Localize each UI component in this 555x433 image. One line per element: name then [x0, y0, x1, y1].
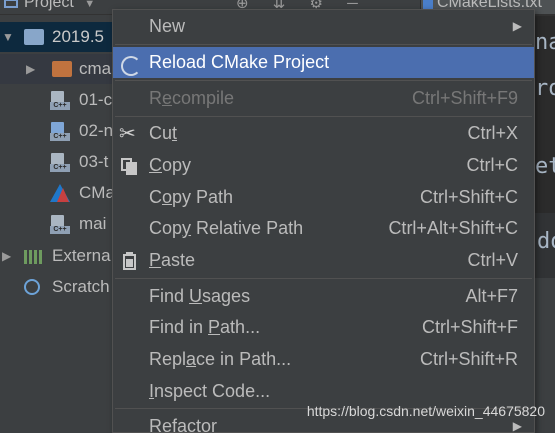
folder-icon [52, 61, 72, 77]
menu-item-new[interactable]: New ▶ [113, 11, 534, 42]
tree-row-scratches[interactable]: Scratch [0, 272, 120, 302]
menu-item-label: New [149, 16, 186, 36]
cpp-file-icon: C++ [50, 153, 70, 172]
tree-row-cmakelists[interactable]: CMa [0, 178, 120, 208]
collapse-arrow-icon[interactable]: ▶ [26, 54, 35, 84]
menu-item-label: Find in Path... [149, 317, 261, 337]
tree-row-file[interactable]: C++ 03-t [0, 147, 120, 177]
menu-item-label: Replace in Path... [149, 349, 292, 369]
menu-item-shortcut: Alt+F7 [465, 286, 518, 306]
editor-text-fragment: do [537, 229, 555, 254]
library-icon [24, 250, 42, 264]
copy-icon [119, 156, 139, 176]
menu-item-label: Reload CMake Project [149, 52, 330, 72]
menu-item-shortcut: Ctrl+Shift+C [419, 187, 518, 207]
tree-row-file[interactable]: C++ mai [0, 209, 120, 239]
menu-item-label: Find Usages [149, 286, 251, 306]
tree-label: cma [79, 59, 112, 78]
dropdown-arrow-icon: ▼ [84, 0, 96, 10]
menu-item-paste[interactable]: Paste Ctrl+V [113, 245, 534, 276]
collapse-arrow-icon[interactable]: ▶ [2, 241, 11, 271]
menu-item-find-in-path[interactable]: Find in Path... Ctrl+Shift+F [113, 312, 534, 343]
editor-popup-area: do [535, 212, 555, 279]
menu-item-shortcut: Ctrl+Shift+R [419, 349, 518, 369]
menu-separator [115, 116, 532, 117]
editor-area[interactable]: na ro et [535, 15, 555, 212]
menu-item-label: Refactor [149, 416, 218, 433]
menu-item-replace-in-path[interactable]: Replace in Path... Ctrl+Shift+R [113, 344, 534, 375]
project-view-selector[interactable]: Project ▼ [4, 0, 95, 12]
project-title: Project [24, 0, 74, 11]
editor-text-fragment: et [535, 154, 555, 179]
menu-item-shortcut: Ctrl+C [466, 155, 518, 175]
tree-row-external-libraries[interactable]: ▶ Externa [0, 241, 120, 271]
menu-item-label: Recompile [149, 88, 235, 108]
cpp-file-icon: C++ [50, 215, 70, 234]
tree-row-root[interactable]: ▼ 2019.5 [0, 22, 120, 52]
expand-arrow-icon[interactable]: ▼ [2, 22, 14, 52]
menu-item-copy-relative-path[interactable]: Copy Relative Path Ctrl+Alt+Shift+C [113, 213, 534, 244]
scratch-icon [24, 279, 40, 295]
watermark-url: https://blog.csdn.net/weixin_44675820 [306, 403, 545, 419]
menu-item-label: Copy Relative Path [149, 218, 304, 238]
cpp-file-icon: C++ [50, 91, 70, 110]
scissors-icon: ✂ [119, 123, 136, 145]
menu-item-shortcut: Ctrl+Shift+F9 [411, 88, 518, 108]
menu-item-copy[interactable]: Copy Ctrl+C [113, 150, 534, 181]
menu-item-label: Copy [149, 155, 192, 175]
menu-item-shortcut: Ctrl+Alt+Shift+C [388, 218, 518, 238]
menu-item-label: Cut [149, 123, 178, 143]
menu-separator [115, 80, 532, 81]
menu-separator [115, 278, 532, 279]
tree-label: 03-t [79, 152, 109, 171]
tree-label: 01-c [79, 90, 113, 109]
menu-item-copy-path[interactable]: Copy Path Ctrl+Shift+C [113, 182, 534, 213]
project-icon [4, 0, 18, 8]
tree-row-file[interactable]: C++ 02-n [0, 116, 120, 146]
submenu-arrow-icon: ▶ [512, 19, 522, 33]
cmake-icon [50, 184, 70, 202]
menu-item-reload-cmake-project[interactable]: Reload CMake Project [113, 47, 534, 78]
project-context-menu: New ▶ Reload CMake Project Recompile Ctr… [112, 9, 535, 433]
tree-label: 2019.5 [52, 27, 104, 46]
menu-item-shortcut: Ctrl+V [467, 250, 518, 270]
menu-item-cut[interactable]: ✂ Cut Ctrl+X [113, 118, 534, 149]
tree-row-file[interactable]: C++ 01-c [0, 85, 120, 115]
reload-icon [121, 56, 141, 76]
tree-label: CMa [79, 183, 115, 202]
tree-label: Scratch [52, 277, 110, 296]
menu-item-shortcut: Ctrl+Shift+F [421, 317, 518, 337]
menu-item-recompile: Recompile Ctrl+Shift+F9 [113, 83, 534, 114]
editor-text-fragment: na [535, 30, 555, 55]
menu-item-label: Inspect Code... [149, 381, 271, 401]
menu-item-shortcut: Ctrl+X [467, 123, 518, 143]
folder-icon [24, 29, 44, 45]
tree-label: mai [79, 214, 107, 233]
menu-item-label: Paste [149, 250, 196, 270]
tree-label: 02-n [79, 121, 114, 140]
tree-row-cmake-folder[interactable]: ▶ cma [0, 54, 120, 84]
menu-separator [115, 44, 532, 45]
menu-item-find-usages[interactable]: Find Usages Alt+F7 [113, 281, 534, 312]
tree-label: Externa [52, 246, 111, 265]
editor-text-fragment: ro [535, 76, 555, 101]
mnemonic-char: e [162, 88, 173, 108]
cpp-file-icon: C++ [50, 122, 70, 141]
menu-item-label: Copy Path [149, 187, 234, 207]
clipboard-icon [119, 251, 139, 271]
